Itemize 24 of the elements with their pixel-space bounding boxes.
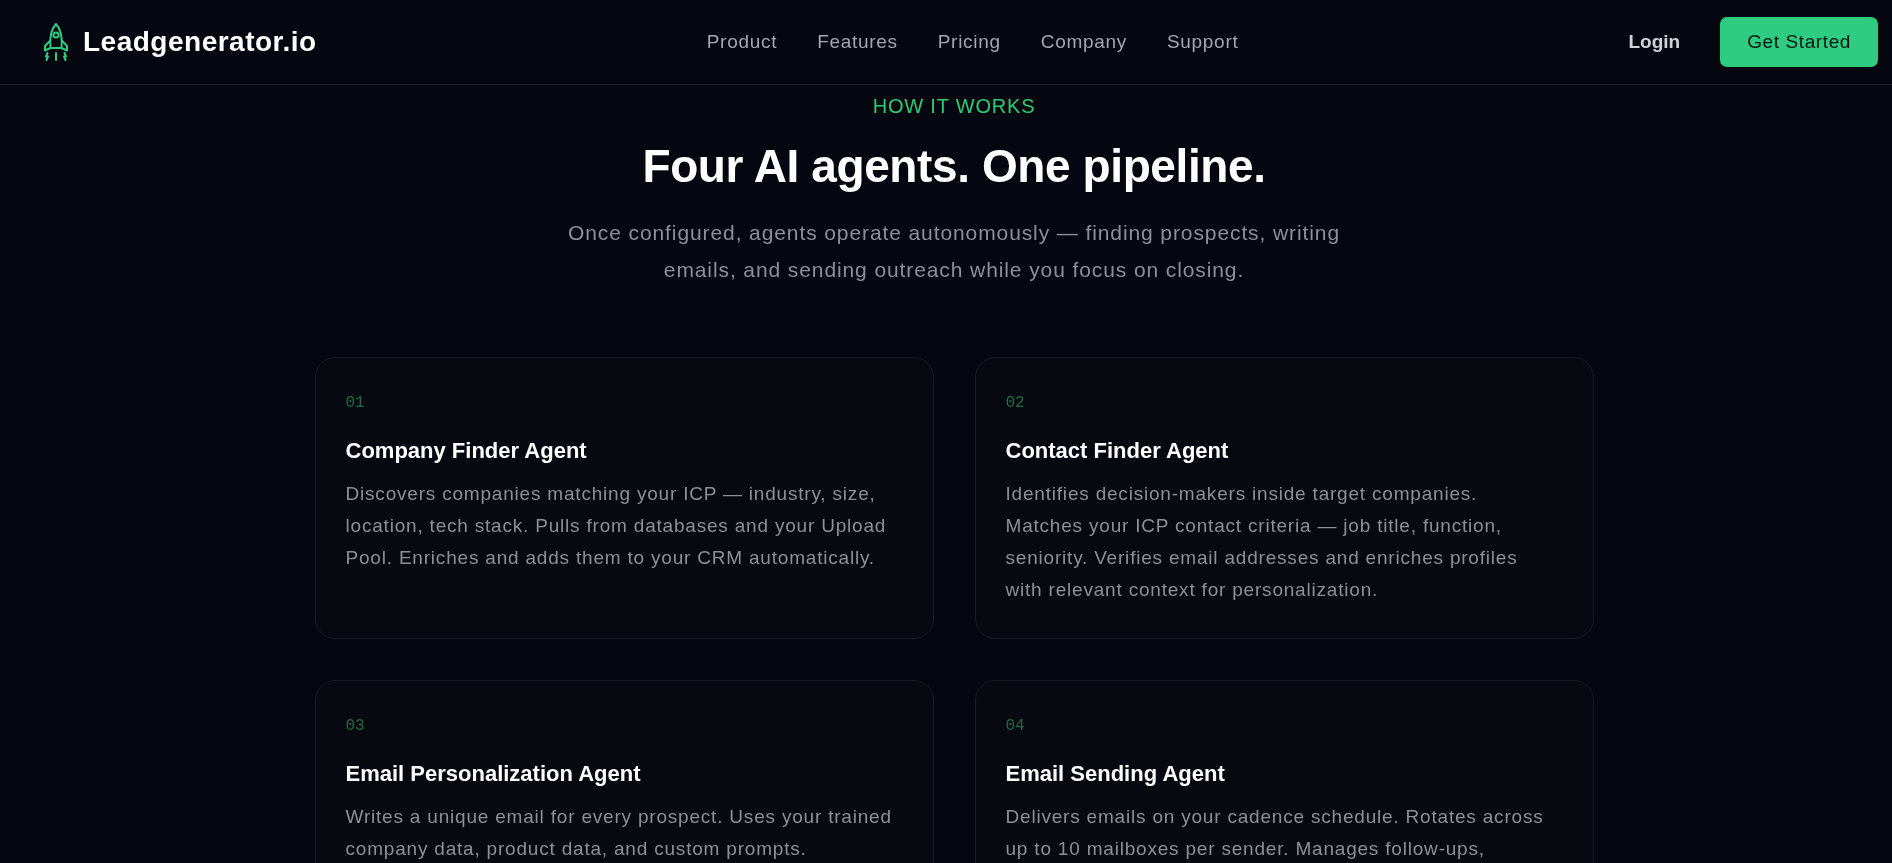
section-heading: Four AI agents. One pipeline. <box>642 139 1266 193</box>
step-number: 01 <box>345 393 366 414</box>
rocket-logo-icon <box>41 22 71 62</box>
card-title: Email Sending Agent <box>1005 760 1226 788</box>
brand-name[interactable]: Leadgenerator.io <box>83 26 317 58</box>
card-description: Identifies decision-makers inside target companies. Matches your ICP contact criteria — job title, function, seniority. Verifies email addresses and enriches profiles with relevant context for personalization. <box>1005 482 1519 602</box>
nav-link[interactable]: Product <box>706 31 778 53</box>
card-description: Delivers emails on your cadence schedule. Rotates across up to 10 mailboxes per sender. Manages follow-ups, <box>1005 805 1545 861</box>
login-link[interactable]: Login <box>1628 31 1681 53</box>
card-title: Email Personalization Agent <box>345 760 642 788</box>
section-subtitle: Once configured, agents operate autonomously — finding prospects, writing emails, and sending outreach while you focus on closing. <box>567 220 1341 283</box>
step-number: 02 <box>1005 393 1026 414</box>
step-number: 03 <box>345 716 366 737</box>
nav-link[interactable]: Pricing <box>937 31 1001 53</box>
card-description: Discovers companies matching your ICP — industry, size, location, tech stack. Pulls from databases and your Upload Pool. Enriches and adds them to your CRM automatically. <box>345 482 888 570</box>
nav-link[interactable]: Features <box>817 31 898 53</box>
nav-link[interactable]: Support <box>1166 31 1239 53</box>
card-title: Contact Finder Agent <box>1005 437 1230 465</box>
card-title: Company Finder Agent <box>345 437 588 465</box>
card-description: Writes a unique email for every prospect. Uses your trained company data, product data, and custom prompts. <box>345 805 893 861</box>
step-number: 04 <box>1005 716 1026 737</box>
nav-link[interactable]: Company <box>1040 31 1127 53</box>
get-started-button[interactable]: Get Started <box>1720 17 1878 67</box>
section-eyebrow: HOW IT WORKS <box>872 95 1036 117</box>
